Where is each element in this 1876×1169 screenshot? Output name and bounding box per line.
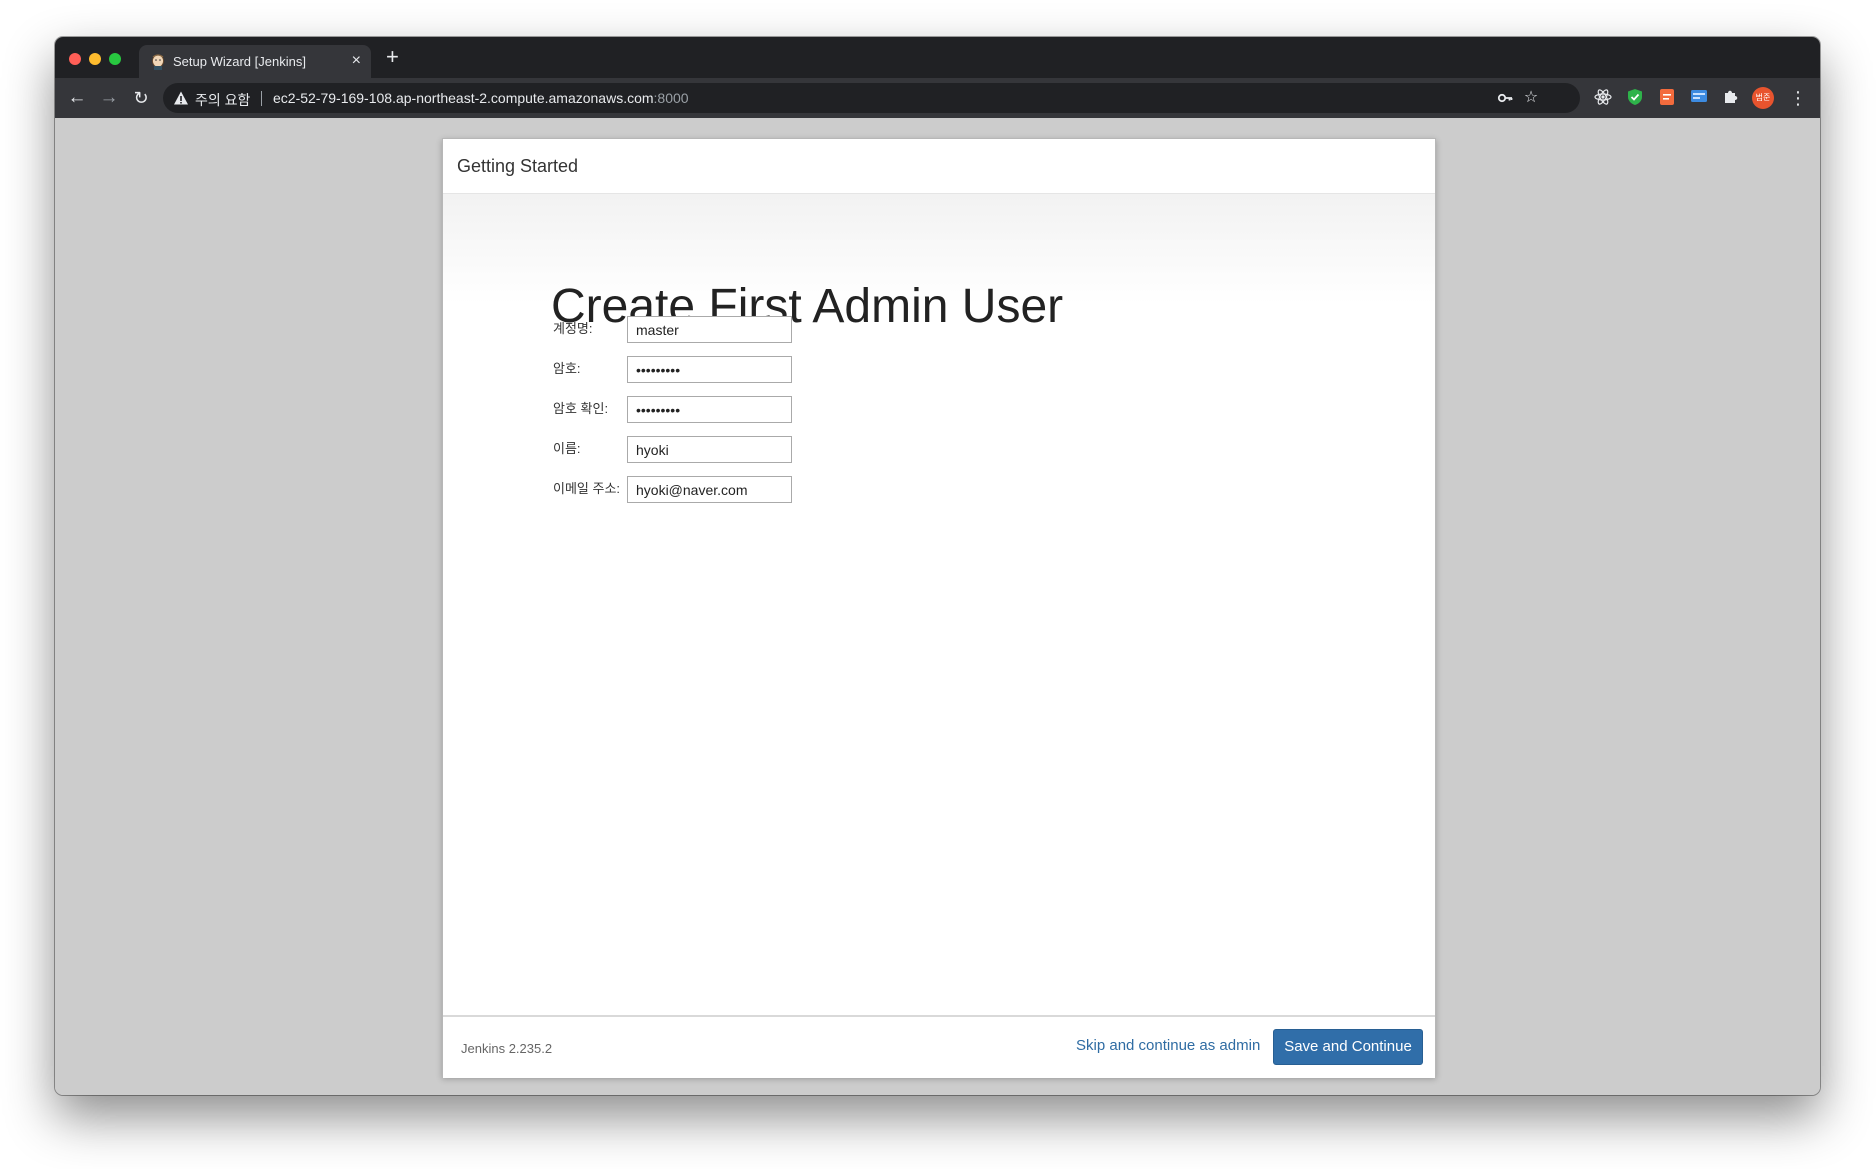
tab-title: Setup Wizard [Jenkins] <box>173 54 306 69</box>
form-row-fullname: 이름: hyoki <box>553 436 953 466</box>
username-label: 계정명: <box>553 321 593 336</box>
security-warning-label[interactable]: 주의 요함 <box>195 90 250 110</box>
form-row-email: 이메일 주소: hyoki@naver.com <box>553 476 953 506</box>
shield-check-icon[interactable] <box>1625 88 1645 108</box>
form-row-password-confirm: 암호 확인: ••••••••• <box>553 396 953 426</box>
ext-card-icon[interactable] <box>1689 88 1709 108</box>
profile-avatar[interactable]: 범준 <box>1752 87 1774 109</box>
url-text[interactable]: ec2-52-79-169-108.ap-northeast-2.compute… <box>273 90 689 106</box>
react-devtools-icon[interactable] <box>1593 88 1613 108</box>
minimize-window-button[interactable] <box>89 53 101 65</box>
form-row-password: 암호: ••••••••• <box>553 356 953 386</box>
fullname-field[interactable]: hyoki <box>627 436 792 463</box>
ext-pdf-icon[interactable] <box>1657 88 1677 108</box>
email-field[interactable]: hyoki@naver.com <box>627 476 792 503</box>
url-port: :8000 <box>653 90 689 106</box>
address-divider <box>261 91 262 106</box>
warning-icon[interactable] <box>173 90 189 106</box>
page-viewport: Getting Started Create First Admin User … <box>55 118 1820 1095</box>
close-window-button[interactable] <box>69 53 81 65</box>
fullname-label: 이름: <box>553 441 581 456</box>
dialog-footer: Jenkins 2.235.2 Skip and continue as adm… <box>443 1015 1435 1078</box>
kebab-menu-icon[interactable]: ⋮ <box>1789 86 1807 110</box>
dialog-header: Getting Started <box>443 139 1435 194</box>
url-host: ec2-52-79-169-108.ap-northeast-2.compute… <box>273 90 654 106</box>
password-confirm-label: 암호 확인: <box>553 401 609 416</box>
star-icon[interactable]: ☆ <box>1521 88 1541 108</box>
jenkins-favicon-icon <box>152 54 164 70</box>
email-label: 이메일 주소: <box>553 481 621 496</box>
tab-setup-wizard[interactable]: Setup Wizard [Jenkins] × <box>139 45 371 78</box>
username-field[interactable]: master <box>627 316 792 343</box>
forward-icon[interactable]: → <box>97 86 121 110</box>
save-and-continue-button[interactable]: Save and Continue <box>1273 1029 1423 1065</box>
password-confirm-field[interactable]: ••••••••• <box>627 396 792 423</box>
address-bar[interactable]: 주의 요함 ec2-52-79-169-108.ap-northeast-2.c… <box>163 83 1580 113</box>
browser-toolbar: ← → ↻ 주의 요함 ec2-52-79-169-108.ap-northea… <box>55 78 1820 118</box>
password-label: 암호: <box>553 361 581 376</box>
new-tab-button[interactable]: + <box>386 46 399 68</box>
password-field[interactable]: ••••••••• <box>627 356 792 383</box>
puzzle-icon[interactable] <box>1721 88 1741 108</box>
setup-wizard-dialog: Getting Started Create First Admin User … <box>442 138 1436 1078</box>
tab-strip: Setup Wizard [Jenkins] × + <box>55 37 1820 78</box>
form-row-username: 계정명: master <box>553 316 953 346</box>
skip-continue-as-admin-link[interactable]: Skip and continue as admin <box>1076 1037 1260 1054</box>
maximize-window-button[interactable] <box>109 53 121 65</box>
back-icon[interactable]: ← <box>65 86 89 110</box>
dialog-title: Getting Started <box>457 156 579 176</box>
tab-close-icon[interactable]: × <box>352 52 361 70</box>
key-icon[interactable] <box>1495 88 1515 108</box>
reload-icon[interactable]: ↻ <box>129 86 153 110</box>
jenkins-version: Jenkins 2.235.2 <box>461 1041 553 1056</box>
dialog-body: Create First Admin User 계정명: master 암호: … <box>443 194 1435 1014</box>
browser-window: Setup Wizard [Jenkins] × + ← → ↻ 주의 요함 e… <box>55 37 1820 1095</box>
